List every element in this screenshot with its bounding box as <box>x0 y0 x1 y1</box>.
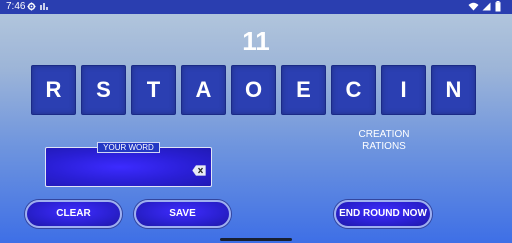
letter-tile[interactable]: T <box>131 65 176 115</box>
backspace-icon[interactable] <box>192 163 206 176</box>
gesture-nav-bar[interactable] <box>220 238 292 241</box>
letter-tile[interactable]: A <box>181 65 226 115</box>
letter-tile[interactable]: C <box>331 65 376 115</box>
letter-tile[interactable]: E <box>281 65 326 115</box>
battery-icon <box>495 1 501 12</box>
end-round-button[interactable]: END ROUND NOW <box>334 200 432 228</box>
letter-tile[interactable]: S <box>81 65 126 115</box>
clock-time: 7:46 <box>6 1 26 12</box>
cell-signal-icon <box>482 2 491 11</box>
clear-button[interactable]: CLEAR <box>25 200 122 228</box>
found-word: CREATION <box>358 129 410 140</box>
status-bar: 7:46 <box>0 0 512 14</box>
found-words-list: CREATION RATIONS <box>320 129 448 153</box>
letter-tile[interactable]: O <box>231 65 276 115</box>
found-word: RATIONS <box>362 141 406 152</box>
letter-tile[interactable]: I <box>381 65 426 115</box>
signal-alt-icon <box>40 2 48 11</box>
your-word-field[interactable] <box>45 147 212 187</box>
settings-gear-icon <box>27 2 36 11</box>
score-display: 11 <box>242 26 270 56</box>
your-word-label: YOUR WORD <box>97 142 160 153</box>
wifi-icon <box>468 2 479 11</box>
letter-tile[interactable]: N <box>431 65 476 115</box>
letter-tile[interactable]: R <box>31 65 76 115</box>
save-button[interactable]: SAVE <box>134 200 231 228</box>
